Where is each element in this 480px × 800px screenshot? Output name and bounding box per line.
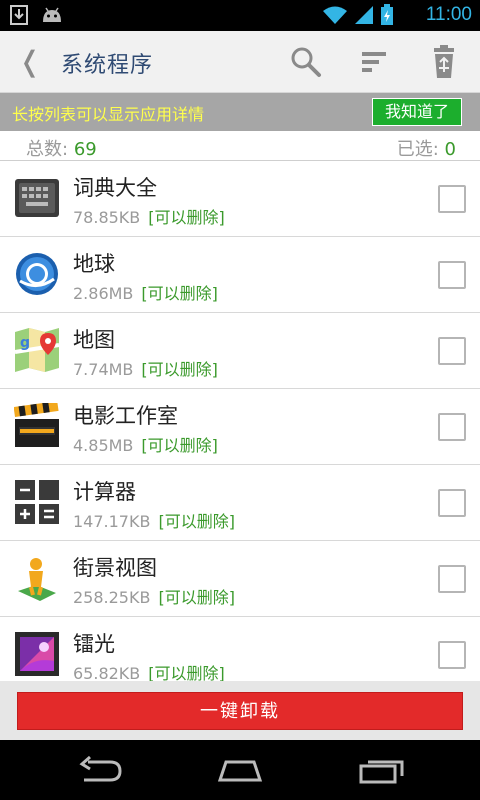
- one-key-uninstall-button[interactable]: 一键卸载: [17, 692, 463, 730]
- app-size-line: 65.82KB [可以删除]: [73, 660, 225, 681]
- signal-icon: [355, 6, 373, 24]
- list-item[interactable]: 镭光 65.82KB [可以删除]: [0, 617, 480, 681]
- clapperboard-icon: [14, 403, 59, 447]
- app-name: 镭光: [73, 632, 115, 656]
- app-size: 4.85MB: [73, 436, 134, 455]
- list-item[interactable]: 词典大全 78.85KB [可以删除]: [0, 161, 480, 237]
- sort-icon[interactable]: [356, 44, 392, 80]
- app-name: 地图: [73, 328, 115, 352]
- selected-count: 已选: 0: [397, 135, 456, 161]
- removable-tag: [可以删除]: [141, 284, 218, 303]
- home-nav-icon[interactable]: [216, 756, 264, 784]
- select-checkbox[interactable]: [438, 641, 466, 669]
- app-root: 11:00 ❬ 系统程序 长按列表可以显示应用详情 我知道了 总数: 69 已选…: [0, 0, 480, 800]
- svg-text:g: g: [20, 335, 30, 351]
- keyboard-icon: [15, 179, 59, 217]
- list-item[interactable]: 电影工作室 4.85MB [可以删除]: [0, 389, 480, 465]
- search-icon[interactable]: [288, 44, 324, 80]
- removable-tag: [可以删除]: [148, 208, 225, 227]
- app-size: 78.85KB: [73, 208, 141, 227]
- app-size-line: 78.85KB [可以删除]: [73, 204, 225, 228]
- app-size: 7.74MB: [73, 360, 134, 379]
- status-time: 11:00: [425, 4, 472, 25]
- app-size-line: 2.86MB [可以删除]: [73, 280, 218, 304]
- download-icon: [10, 5, 28, 25]
- wifi-icon: [323, 6, 347, 24]
- android-icon: [43, 7, 61, 22]
- app-size: 2.86MB: [73, 284, 134, 303]
- select-checkbox[interactable]: [438, 337, 466, 365]
- removable-tag: [可以删除]: [158, 512, 235, 531]
- status-bar: 11:00: [0, 0, 480, 31]
- select-checkbox[interactable]: [438, 185, 466, 213]
- select-checkbox[interactable]: [438, 261, 466, 289]
- total-value: 69: [73, 139, 97, 160]
- app-name: 地球: [73, 252, 115, 276]
- app-name: 电影工作室: [73, 404, 178, 428]
- app-name: 街景视图: [73, 556, 157, 580]
- hint-text: 长按列表可以显示应用详情: [12, 105, 205, 124]
- selected-value: 0: [444, 139, 456, 160]
- select-checkbox[interactable]: [438, 489, 466, 517]
- battery-charging-icon: [381, 4, 393, 25]
- action-bar: ❬ 系统程序: [0, 31, 480, 93]
- app-list: 词典大全 78.85KB [可以删除] 地球 2.86MB [可以删除] g 地…: [0, 161, 480, 681]
- page-title: 系统程序: [61, 53, 154, 78]
- app-name: 词典大全: [73, 176, 157, 200]
- app-name: 计算器: [73, 480, 136, 504]
- app-size-line: 4.85MB [可以删除]: [73, 432, 218, 456]
- got-it-button[interactable]: 我知道了: [372, 98, 462, 126]
- list-item[interactable]: 街景视图 258.25KB [可以删除]: [0, 541, 480, 617]
- selected-label: 已选:: [396, 139, 439, 160]
- app-size-line: 147.17KB [可以删除]: [73, 508, 235, 532]
- map-icon: g: [14, 328, 60, 372]
- list-item[interactable]: g 地图 7.74MB [可以删除]: [0, 313, 480, 389]
- removable-tag: [可以删除]: [141, 360, 218, 379]
- app-size-line: 7.74MB [可以删除]: [73, 356, 218, 380]
- removable-tag: [可以删除]: [141, 436, 218, 455]
- removable-tag: [可以删除]: [158, 588, 235, 607]
- hint-banner: 长按列表可以显示应用详情 我知道了: [0, 93, 480, 131]
- navigation-bar: [0, 740, 480, 800]
- app-size: 258.25KB: [73, 588, 151, 607]
- street-view-icon: [18, 558, 56, 601]
- back-button[interactable]: ❬: [18, 45, 41, 78]
- total-label: 总数:: [26, 139, 69, 160]
- removable-tag: [可以删除]: [148, 664, 225, 681]
- recent-apps-nav-icon[interactable]: [358, 756, 406, 784]
- back-nav-icon[interactable]: [76, 756, 124, 784]
- earth-icon: [16, 253, 58, 295]
- list-item[interactable]: 地球 2.86MB [可以删除]: [0, 237, 480, 313]
- list-item[interactable]: 计算器 147.17KB [可以删除]: [0, 465, 480, 541]
- app-size-line: 258.25KB [可以删除]: [73, 584, 235, 608]
- app-size: 65.82KB: [73, 664, 141, 681]
- calculator-icon: [15, 480, 59, 524]
- recycle-bin-icon[interactable]: [426, 44, 462, 80]
- select-checkbox[interactable]: [438, 413, 466, 441]
- bottom-bar: 一键卸载: [0, 681, 480, 740]
- counts-bar: 总数: 69 已选: 0: [0, 131, 480, 161]
- gallery-icon: [15, 632, 59, 676]
- total-count: 总数: 69: [26, 135, 97, 161]
- select-checkbox[interactable]: [438, 565, 466, 593]
- app-size: 147.17KB: [73, 512, 151, 531]
